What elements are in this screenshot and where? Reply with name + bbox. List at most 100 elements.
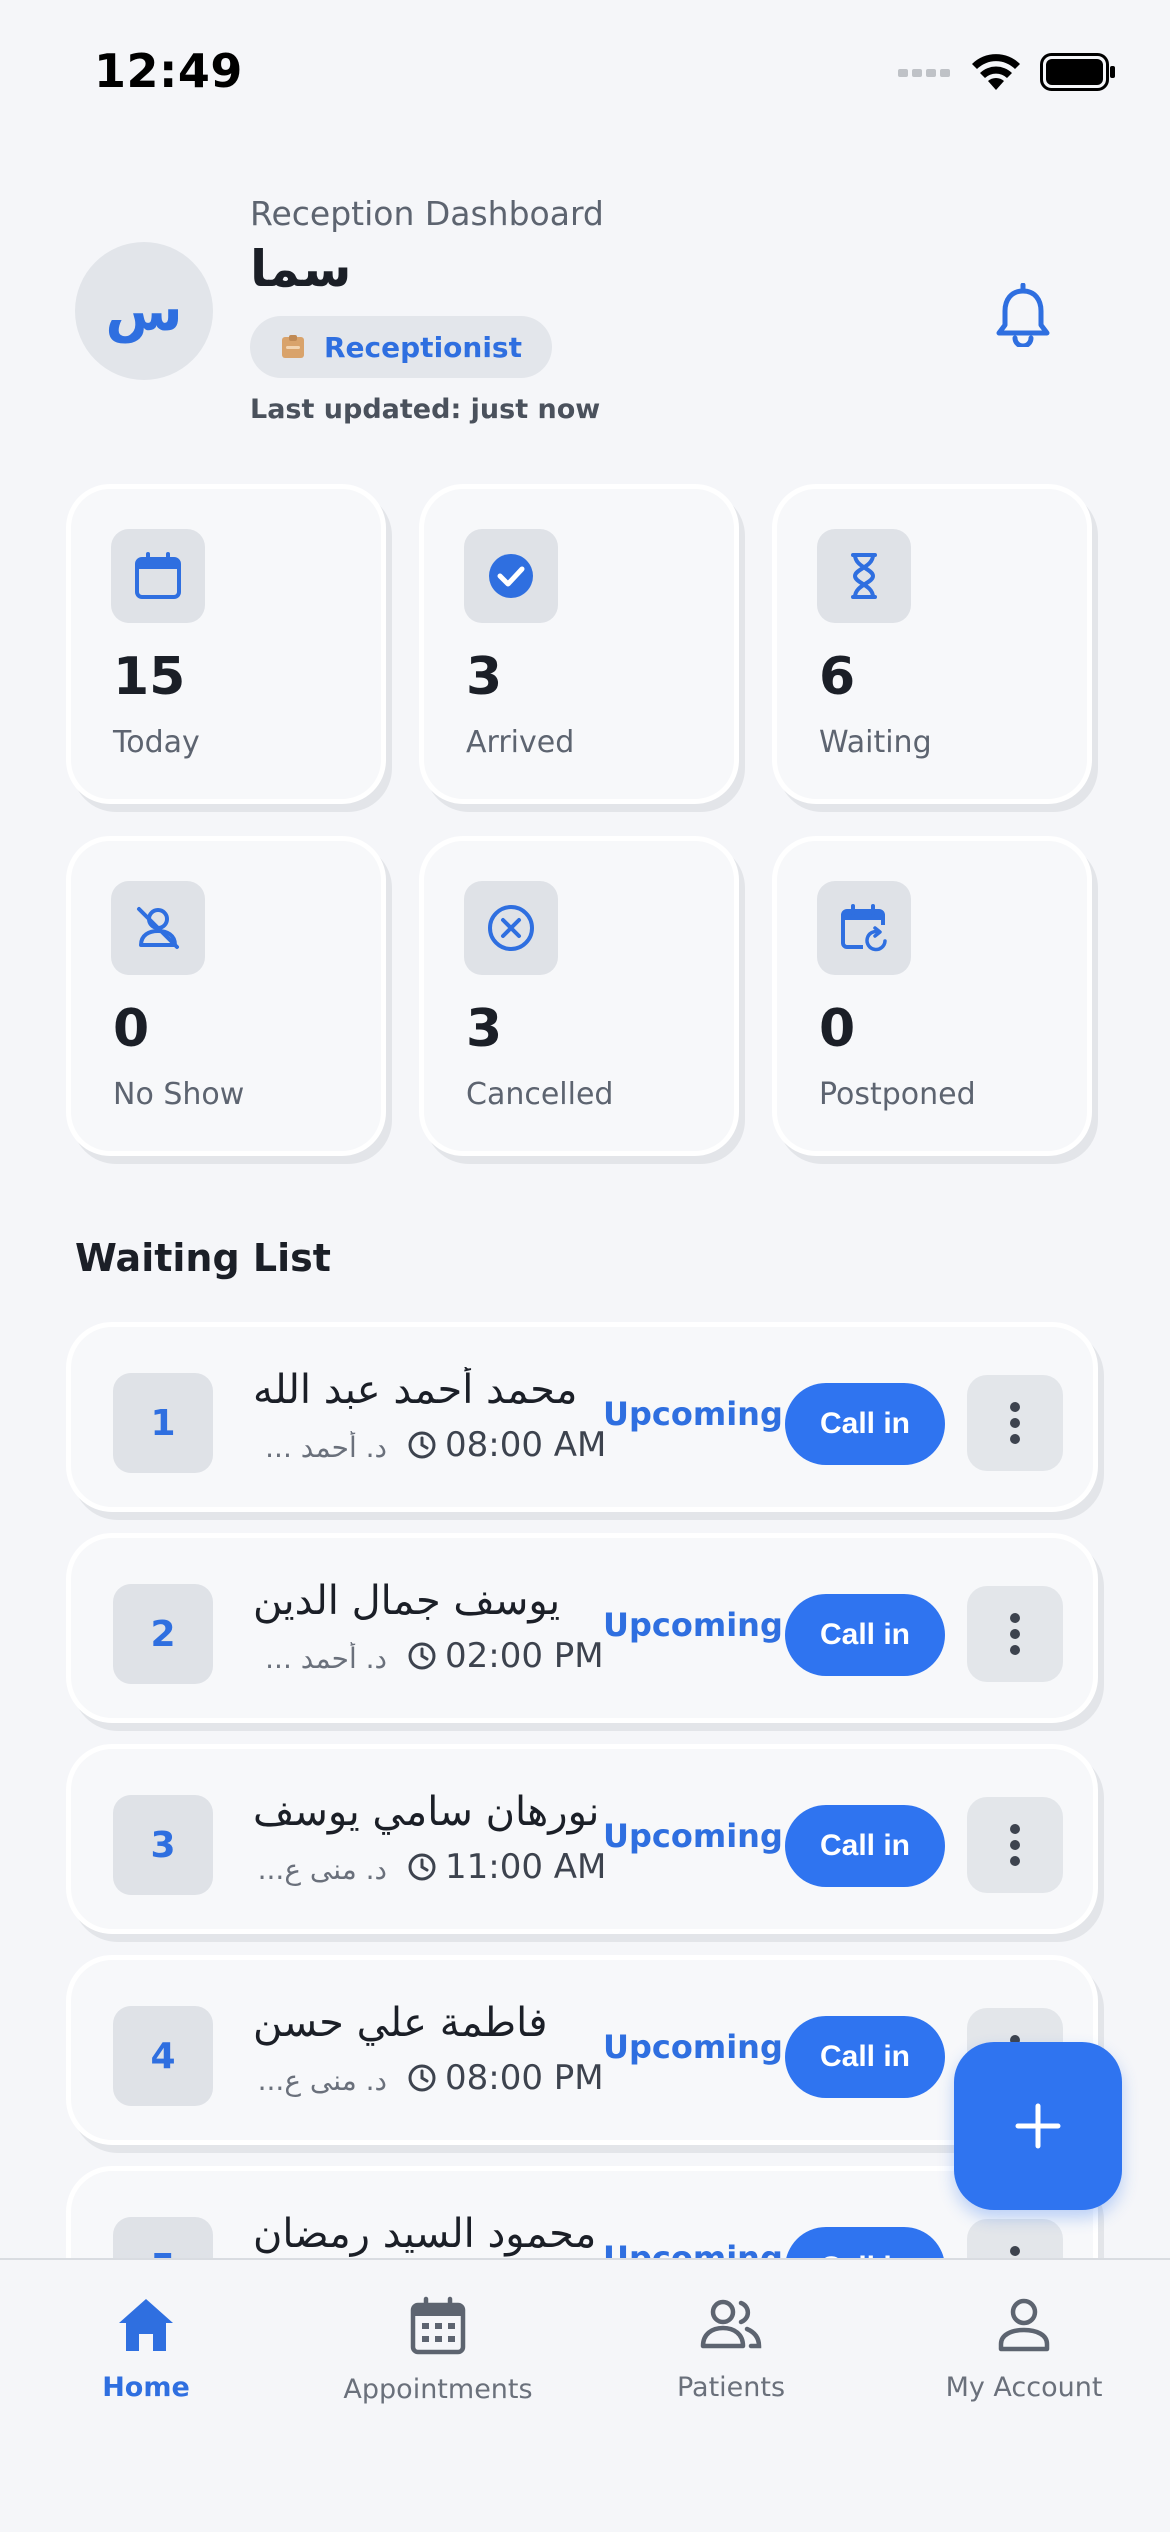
patient-name: محمد أحمد عبد الله	[253, 1367, 578, 1413]
check-circle-icon	[489, 554, 533, 598]
page-subtitle: Reception Dashboard	[250, 194, 604, 233]
calendar-icon	[135, 552, 181, 599]
stat-label: Waiting	[819, 725, 932, 760]
status-time: 12:49	[94, 44, 243, 98]
appointment-time: 08:00 PM	[407, 2058, 604, 2098]
status-badge: Upcoming	[603, 1606, 783, 1644]
doctor-name: د. منى ع...	[257, 1853, 387, 1886]
cancel-circle-icon	[488, 905, 534, 951]
doctor-name: د. منى ع...	[257, 2064, 387, 2097]
stat-card-waiting[interactable]: 6 Waiting	[772, 484, 1092, 804]
stat-value: 3	[466, 999, 503, 1059]
call-in-button[interactable]: Call in	[785, 1383, 945, 1465]
stat-card-arrived[interactable]: 3 Arrived	[419, 484, 739, 804]
nav-label: Home	[102, 2372, 190, 2403]
user-name: سما	[250, 240, 352, 298]
nav-label: My Account	[945, 2372, 1103, 2403]
role-badge: Receptionist	[250, 316, 552, 378]
patient-name: فاطمة علي حسن	[253, 2000, 548, 2046]
patient-name: يوسف جمال الدين	[253, 1578, 561, 1624]
person-off-icon	[137, 907, 179, 949]
queue-number: 4	[113, 2006, 213, 2106]
role-label: Receptionist	[324, 330, 522, 364]
more-vertical-icon	[1010, 1402, 1020, 1444]
waiting-list-title: Waiting List	[75, 1236, 331, 1280]
patient-name: نورهان سامي يوسف	[253, 1789, 600, 1835]
add-appointment-button[interactable]	[954, 2042, 1122, 2210]
stat-value: 6	[819, 647, 856, 707]
appointment-time: 11:00 AM	[407, 1847, 606, 1887]
stat-icon-box	[111, 881, 205, 975]
stat-icon-box	[111, 529, 205, 623]
clock-icon	[408, 1642, 436, 1670]
queue-number: 2	[113, 1584, 213, 1684]
stat-icon-box	[817, 881, 911, 975]
stat-label: Cancelled	[466, 1077, 614, 1112]
status-icons	[898, 52, 1116, 92]
bell-icon	[996, 283, 1050, 347]
badge-icon	[282, 335, 304, 358]
time-text: 08:00 AM	[445, 1425, 607, 1465]
status-badge: Upcoming	[603, 2239, 783, 2258]
stat-value: 0	[113, 999, 150, 1059]
stat-label: Today	[113, 725, 200, 760]
stat-icon-box	[817, 529, 911, 623]
appointment-time: 02:00 PM	[407, 1636, 604, 1676]
call-in-button[interactable]: Call in	[785, 2227, 945, 2258]
doctor-name: د. أحمد ...	[265, 1642, 387, 1675]
stat-card-cancelled[interactable]: 3 Cancelled	[419, 836, 739, 1156]
notifications-button[interactable]	[988, 280, 1058, 350]
appointment-time: 08:00 AM	[407, 1425, 606, 1465]
stat-card-postponed[interactable]: 0 Postponed	[772, 836, 1092, 1156]
time-text: 11:00 AM	[445, 1847, 607, 1887]
doctor-name: د. أحمد ...	[265, 1431, 387, 1464]
stat-icon-box	[464, 881, 558, 975]
call-in-button[interactable]: Call in	[785, 2016, 945, 2098]
queue-number: 5	[113, 2217, 213, 2258]
person-icon	[998, 2298, 1050, 2352]
list-item[interactable]: 2 يوسف جمال الدين د. أحمد ... 02:00 PM U…	[66, 1533, 1098, 1723]
stat-card-no-show[interactable]: 0 No Show	[66, 836, 386, 1156]
stat-label: Arrived	[466, 725, 575, 760]
people-icon	[700, 2299, 762, 2349]
stat-icon-box	[464, 529, 558, 623]
nav-label: Appointments	[343, 2374, 533, 2405]
nav-item-home[interactable]: Home	[16, 2296, 276, 2403]
list-item[interactable]: 5 محمود السيد رمضان Upcoming Call in	[66, 2166, 1098, 2258]
call-in-button[interactable]: Call in	[785, 1594, 945, 1676]
last-updated: Last updated: just now	[250, 394, 601, 425]
home-icon	[119, 2299, 173, 2351]
time-text: 02:00 PM	[445, 1636, 604, 1676]
call-in-button[interactable]: Call in	[785, 1805, 945, 1887]
queue-number: 3	[113, 1795, 213, 1895]
nav-item-appointments[interactable]: Appointments	[308, 2296, 568, 2405]
stat-value: 15	[113, 647, 186, 707]
nav-item-patients[interactable]: Patients	[601, 2296, 861, 2403]
stat-label: Postponed	[819, 1077, 976, 1112]
more-options-button[interactable]	[967, 1797, 1063, 1893]
more-vertical-icon	[1010, 1613, 1020, 1655]
stat-card-today[interactable]: 15 Today	[66, 484, 386, 804]
clock-icon	[408, 1853, 436, 1881]
status-badge: Upcoming	[603, 2028, 783, 2066]
list-item[interactable]: 4 فاطمة علي حسن د. منى ع... 08:00 PM Upc…	[66, 1955, 1098, 2145]
queue-number: 1	[113, 1373, 213, 1473]
list-item[interactable]: 1 محمد أحمد عبد الله د. أحمد ... 08:00 A…	[66, 1322, 1098, 1512]
more-options-button[interactable]	[967, 1375, 1063, 1471]
hourglass-icon	[851, 553, 877, 599]
stat-value: 3	[466, 647, 503, 707]
time-text: 08:00 PM	[445, 2058, 604, 2098]
calendar-grid-icon	[410, 2296, 466, 2355]
signal-icon	[898, 69, 950, 77]
more-options-button[interactable]	[967, 2219, 1063, 2258]
avatar[interactable]: س	[75, 242, 213, 380]
status-badge: Upcoming	[603, 1817, 783, 1855]
header: س Reception Dashboard سما Receptionist L…	[0, 180, 1170, 440]
nav-item-my-account[interactable]: My Account	[894, 2296, 1154, 2403]
clock-icon	[408, 1431, 436, 1459]
list-item[interactable]: 3 نورهان سامي يوسف د. منى ع... 11:00 AM …	[66, 1744, 1098, 1934]
wifi-icon	[972, 54, 1020, 90]
more-options-button[interactable]	[967, 1586, 1063, 1682]
status-badge: Upcoming	[603, 1395, 783, 1433]
calendar-reschedule-icon	[841, 904, 887, 952]
